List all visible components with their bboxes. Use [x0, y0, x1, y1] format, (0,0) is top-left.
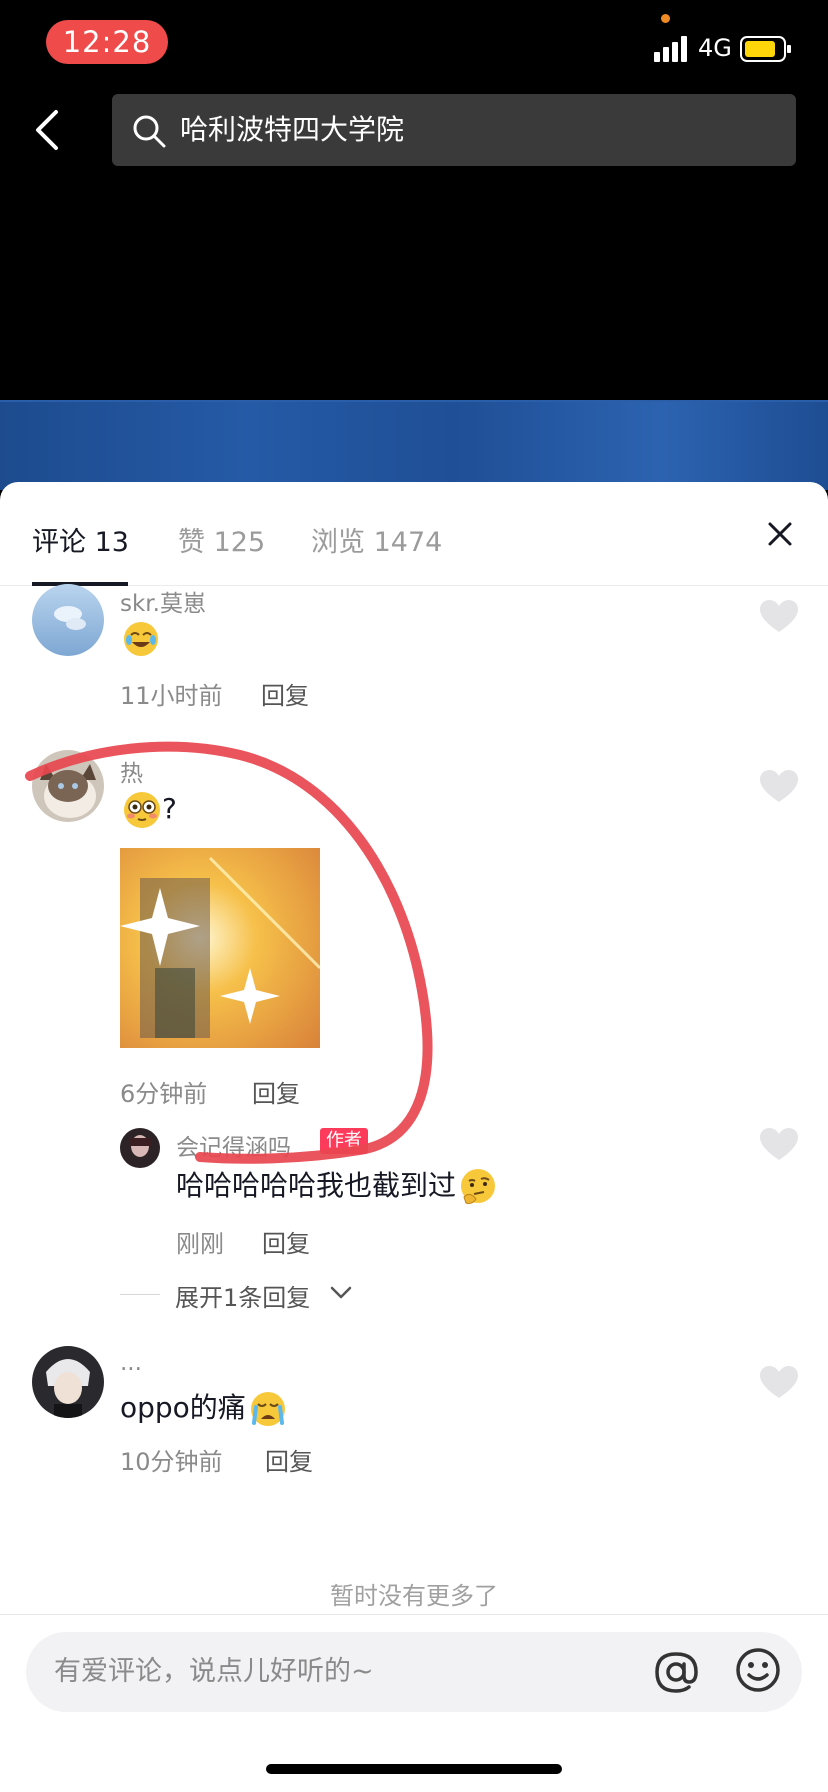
comment-username[interactable]: 会记得涵吗: [176, 1128, 291, 1162]
comment-time: 10分钟前: [120, 1448, 223, 1476]
back-button[interactable]: [26, 106, 74, 154]
comment-time: 刚刚: [176, 1230, 224, 1258]
comment-image[interactable]: [120, 848, 320, 1048]
comment-time: 6分钟前: [120, 1080, 208, 1108]
close-button[interactable]: [764, 518, 796, 550]
comment-username[interactable]: ...: [120, 1350, 142, 1376]
at-mention-icon[interactable]: [652, 1648, 700, 1696]
tab-views[interactable]: 浏览 1474: [311, 520, 442, 559]
reply-button[interactable]: 回复: [252, 1074, 300, 1109]
comment-text: oppo的痛: [120, 1386, 288, 1429]
tab-comments[interactable]: 评论 13: [32, 520, 129, 559]
comment-username[interactable]: 热: [120, 754, 143, 788]
expand-divider: [120, 1294, 160, 1295]
video-preview[interactable]: [0, 400, 828, 490]
tab-likes[interactable]: 赞 125: [178, 520, 265, 559]
search-icon: [133, 115, 166, 148]
reply-button[interactable]: 回复: [261, 676, 309, 711]
like-heart-icon[interactable]: [760, 600, 798, 634]
expand-replies-button[interactable]: 展开1条回复: [175, 1278, 310, 1313]
like-heart-icon[interactable]: [760, 1128, 798, 1162]
like-heart-icon[interactable]: [760, 1366, 798, 1400]
no-more-comments: 暂时没有更多了: [330, 1582, 498, 1610]
comment-text: ?: [122, 790, 177, 830]
crying-emoji-icon: [250, 1392, 285, 1426]
thinking-emoji-icon: [461, 1169, 496, 1204]
network-type: 4G: [698, 34, 732, 62]
flushed-emoji-icon: [124, 792, 160, 828]
avatar[interactable]: [32, 1346, 104, 1418]
battery-icon: [740, 36, 791, 62]
comment-text-content: 哈哈哈哈哈我也截到过: [176, 1169, 457, 1202]
input-divider: [0, 1614, 828, 1615]
crying-laughing-emoji-icon: [124, 622, 158, 656]
avatar[interactable]: [32, 584, 104, 656]
status-time: 12:28: [46, 20, 168, 64]
reply-item: 会记得涵吗 作者 哈哈哈哈哈我也截到过 刚刚 回复: [0, 1128, 828, 1258]
search-query: 哈利波特四大学院: [180, 113, 405, 146]
camera-indicator-icon: [661, 14, 670, 23]
like-heart-icon[interactable]: [760, 770, 798, 804]
status-bar: 12:28 4G: [0, 0, 828, 96]
comment-input-placeholder: 有爱评论，说点儿好听的~: [54, 1656, 374, 1687]
avatar[interactable]: [32, 750, 104, 822]
author-badge: 作者: [320, 1128, 368, 1154]
home-indicator: [266, 1764, 562, 1774]
reply-button[interactable]: 回复: [262, 1224, 310, 1259]
search-input[interactable]: 哈利波特四大学院: [112, 94, 796, 166]
avatar[interactable]: [120, 1128, 160, 1168]
chevron-down-icon[interactable]: [330, 1286, 352, 1300]
comment-username[interactable]: skr.莫崽: [120, 584, 206, 618]
comment-tabs: 评论 13 赞 125 浏览 1474: [0, 482, 828, 586]
comment-text-content: ?: [162, 792, 177, 825]
comment-time: 11小时前: [120, 682, 223, 710]
emoji-picker-icon[interactable]: [734, 1646, 782, 1694]
reply-button[interactable]: 回复: [265, 1442, 313, 1477]
comment-text: 哈哈哈哈哈我也截到过: [176, 1164, 498, 1207]
signal-icon: [654, 36, 687, 62]
comment-text-content: oppo的痛: [120, 1391, 246, 1424]
